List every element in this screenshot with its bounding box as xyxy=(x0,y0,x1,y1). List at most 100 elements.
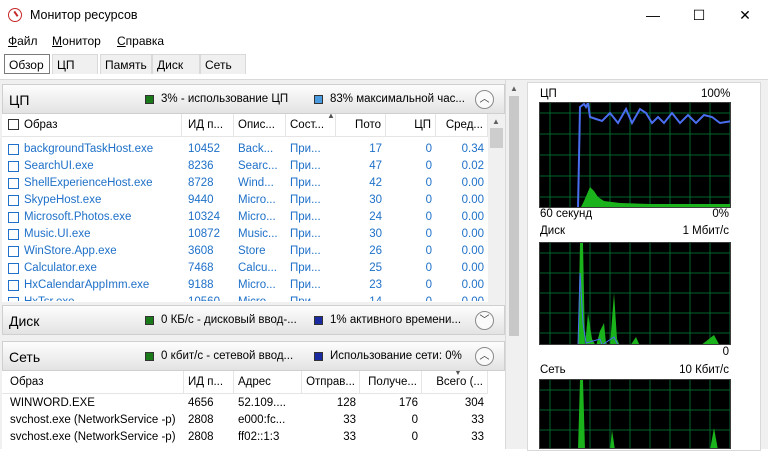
graphs-pane: ЦП 100% 60 секунд 0% Диск 1 Мбит/с 0 Сет… xyxy=(521,80,768,451)
menu-monitor[interactable]: Монитор xyxy=(52,34,101,48)
cell-cpu: 0 xyxy=(425,228,432,240)
cell-pid: 7468 xyxy=(188,262,214,274)
tab-cpu[interactable]: ЦП xyxy=(52,54,98,74)
row-checkbox[interactable] xyxy=(8,280,19,291)
cell-description: Micro... xyxy=(238,194,276,206)
tab-disk[interactable]: Диск xyxy=(152,54,200,74)
table-row[interactable]: svchost.exe (NetworkService -p) 2808 ff02:… xyxy=(2,429,488,446)
table-row[interactable]: Music.UI.exe 10872 Music... При... 30 0 0.00 xyxy=(2,226,488,243)
row-checkbox[interactable] xyxy=(8,195,19,206)
disk-section-header[interactable]: Диск 0 КБ/с - дисковый ввод-... 1% актив… xyxy=(2,305,505,335)
cell-threads: 25 xyxy=(369,262,382,274)
close-button[interactable]: ✕ xyxy=(722,0,768,31)
net-col-sent[interactable]: Отправ... xyxy=(302,371,360,393)
cell-total: 33 xyxy=(471,414,484,426)
cell-image: WinStore.App.exe xyxy=(24,245,117,257)
cpu-collapse-button[interactable]: ︿ xyxy=(475,90,494,109)
cell-received: 0 xyxy=(411,431,418,443)
col-image[interactable]: Образ xyxy=(20,114,182,136)
table-row[interactable]: Microsoft.Photos.exe 10324 Micro... При... 2… xyxy=(2,209,488,226)
cell-pid: 8236 xyxy=(188,160,214,172)
cell-pid: 4656 xyxy=(188,397,214,409)
tab-memory[interactable]: Память xyxy=(100,54,152,74)
table-row[interactable]: WINWORD.EXE 4656 52.109.... 128 176 304 xyxy=(2,395,488,412)
disk-graph-max: 1 Мбит/с xyxy=(682,225,729,237)
row-checkbox[interactable] xyxy=(8,263,19,274)
cell-description: Micro... xyxy=(234,294,286,301)
table-row[interactable]: SkypeHost.exe 9440 Micro... При... 30 0 0.00 xyxy=(2,192,488,209)
cell-pid: 9440 xyxy=(188,194,214,206)
minimize-button[interactable]: — xyxy=(630,0,676,31)
cell-cpu: 0 xyxy=(425,279,432,291)
table-row[interactable]: backgroundTaskHost.exe 10452 Back... При...… xyxy=(2,141,488,158)
left-pane-scrollbar[interactable]: ▲ xyxy=(505,80,522,449)
network-section-header[interactable]: Сеть 0 кбит/с - сетевой ввод... Использо… xyxy=(2,341,505,371)
select-all-checkbox[interactable] xyxy=(8,119,19,130)
cell-description: Store xyxy=(238,245,266,257)
maximize-button[interactable]: ☐ xyxy=(676,0,722,31)
row-checkbox[interactable] xyxy=(8,229,19,240)
net-col-image[interactable]: Образ xyxy=(6,371,184,393)
scroll-thumb[interactable] xyxy=(509,96,519,336)
scroll-up-icon[interactable]: ▲ xyxy=(510,84,518,93)
table-row[interactable]: Calculator.exe 7468 Calcu... При... 25 0 0.00 xyxy=(2,260,488,277)
col-pid[interactable]: ИД п... xyxy=(184,114,234,136)
cell-status: При... xyxy=(290,279,321,291)
scroll-up-icon[interactable]: ▲ xyxy=(492,117,500,126)
cell-pid: 10560 xyxy=(184,294,234,301)
net-col-address[interactable]: Адрес xyxy=(234,371,302,393)
resource-monitor-icon xyxy=(8,8,22,22)
cpu-max-freq-legend-swatch xyxy=(314,95,323,104)
cell-status: При... xyxy=(290,245,321,257)
cpu-table-header: Образ ИД п... Опис... Сост... Пото ЦП Ср… xyxy=(2,114,488,137)
disk-graph-title: Диск xyxy=(540,225,565,237)
cell-image: ShellExperienceHost.exe xyxy=(24,177,153,189)
net-col-received[interactable]: Получе... xyxy=(360,371,422,393)
col-threads[interactable]: Пото xyxy=(336,114,386,136)
row-checkbox[interactable] xyxy=(8,161,19,172)
cell-description: Calcu... xyxy=(238,262,277,274)
table-row[interactable]: SearchUI.exe 8236 Searc... При... 47 0 0.02 xyxy=(2,158,488,175)
row-checkbox[interactable] xyxy=(8,246,19,257)
cpu-graph-max: 100% xyxy=(701,88,731,100)
cpu-section-header[interactable]: ЦП 3% - использование ЦП 83% максимально… xyxy=(2,84,505,114)
cpu-table-scrollbar[interactable]: ▲ xyxy=(488,114,505,302)
table-row[interactable]: HxTsr.exe10560Micro...При...1400.00 xyxy=(2,294,488,301)
row-checkbox[interactable] xyxy=(8,297,19,301)
scroll-thumb[interactable] xyxy=(490,128,503,148)
sort-arrow-icon: ▼ xyxy=(454,371,462,377)
row-checkbox[interactable] xyxy=(8,178,19,189)
cell-image: SearchUI.exe xyxy=(24,160,94,172)
cell-pid: 9188 xyxy=(188,279,214,291)
network-io-legend-swatch xyxy=(145,352,154,361)
network-usage-legend-swatch xyxy=(314,352,323,361)
table-row[interactable]: ShellExperienceHost.exe 8728 Wind... При...… xyxy=(2,175,488,192)
col-avg-cpu[interactable]: Сред... xyxy=(436,114,488,136)
cell-sent: 128 xyxy=(336,397,356,409)
row-checkbox[interactable] xyxy=(8,212,19,223)
tab-overview[interactable]: Обзор xyxy=(4,54,50,74)
menu-help[interactable]: Справка xyxy=(117,34,164,48)
cell-total: 33 xyxy=(471,431,484,443)
cell-status: При... xyxy=(290,228,321,240)
col-cpu[interactable]: ЦП xyxy=(386,114,436,136)
net-col-pid[interactable]: ИД п... xyxy=(184,371,234,393)
tab-network[interactable]: Сеть xyxy=(200,54,246,74)
col-description[interactable]: Опис... xyxy=(234,114,286,136)
cell-image: Music.UI.exe xyxy=(24,228,91,240)
disk-io-legend-swatch xyxy=(145,316,154,325)
cell-threads: 30 xyxy=(369,228,382,240)
cell-image: HxTsr.exe xyxy=(20,294,182,301)
table-row[interactable]: WinStore.App.exe 3608 Store При... 26 0 0.00 xyxy=(2,243,488,260)
row-checkbox[interactable] xyxy=(8,144,19,155)
network-graph-max: 10 Кбит/с xyxy=(679,364,729,376)
network-collapse-button[interactable]: ︿ xyxy=(475,347,494,366)
cell-threads: 26 xyxy=(369,245,382,257)
cell-address: ff02::1:3 xyxy=(238,431,280,443)
disk-expand-button[interactable]: ﹀ xyxy=(475,311,494,330)
cpu-graph-title: ЦП xyxy=(540,88,557,100)
table-row[interactable]: HxCalendarAppImm.exe 9188 Micro... При... 23… xyxy=(2,277,488,294)
menu-file[interactable]: Файл xyxy=(8,34,38,48)
table-row[interactable]: svchost.exe (NetworkService -p) 2808 e000:… xyxy=(2,412,488,429)
cell-description: Wind... xyxy=(238,177,274,189)
